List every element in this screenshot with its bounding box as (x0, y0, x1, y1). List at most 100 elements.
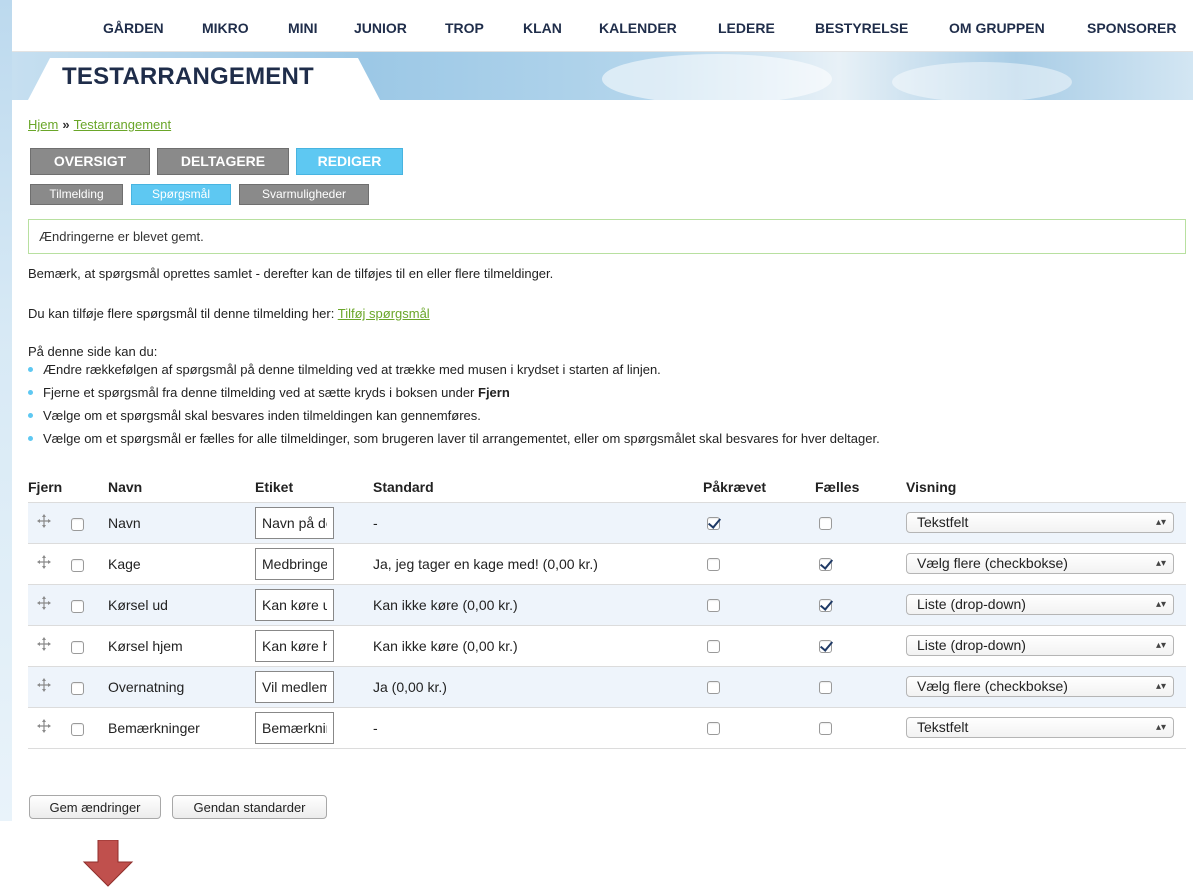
list-item: Fjerne et spørgsmål fra denne tilmelding… (28, 383, 880, 406)
table-row: Overnatning Ja (0,00 kr.) Vælg flere (chec… (28, 665, 1186, 707)
cell-name: Kørsel hjem (108, 624, 255, 666)
list-item-bold: Fjern (478, 385, 510, 400)
shared-checkbox[interactable] (819, 599, 832, 613)
label-input[interactable] (255, 670, 334, 703)
remove-checkbox[interactable] (71, 517, 84, 531)
required-checkbox[interactable] (707, 640, 720, 654)
intro-text-2: Du kan tilføje flere spørgsmål til denne… (28, 306, 430, 321)
nav-mini[interactable]: MINI (288, 20, 318, 36)
sky-background (0, 0, 12, 821)
save-changes-button[interactable]: Gem ændringer (29, 795, 161, 819)
updown-arrows-icon: ▴▾ (1155, 640, 1166, 651)
tab-rediger[interactable]: REDIGER (296, 148, 403, 175)
nav-ledere[interactable]: LEDERE (718, 20, 775, 36)
shared-checkbox[interactable] (819, 722, 832, 736)
display-select-value: Liste (drop-down) (917, 637, 1026, 653)
required-checkbox[interactable] (707, 558, 720, 572)
display-select-value: Liste (drop-down) (917, 596, 1026, 612)
cell-shared (815, 583, 906, 625)
shared-checkbox[interactable] (819, 517, 832, 531)
cell-display: Tekstfelt ▴▾ (906, 706, 1186, 749)
required-checkbox[interactable] (707, 722, 720, 736)
breadcrumb-current-link[interactable]: Testarrangement (74, 117, 172, 132)
list-item: Vælge om et spørgsmål skal besvares inde… (28, 406, 880, 429)
cell-required (703, 501, 815, 543)
remove-checkbox[interactable] (71, 599, 84, 613)
nav-mikro[interactable]: MIKRO (202, 20, 249, 36)
remove-checkbox[interactable] (71, 558, 84, 572)
label-input[interactable] (255, 629, 334, 662)
cell-name: Navn (108, 501, 255, 543)
down-arrow-icon (82, 840, 134, 887)
display-select[interactable]: Tekstfelt ▴▾ (906, 717, 1174, 738)
shared-checkbox[interactable] (819, 681, 832, 695)
cell-display: Liste (drop-down) ▴▾ (906, 624, 1186, 666)
move-cross-icon[interactable] (37, 719, 51, 733)
label-input[interactable] (255, 588, 334, 621)
display-select[interactable]: Liste (drop-down) ▴▾ (906, 635, 1174, 656)
display-select[interactable]: Tekstfelt ▴▾ (906, 512, 1174, 533)
cell-display: Liste (drop-down) ▴▾ (906, 583, 1186, 625)
move-cross-icon[interactable] (37, 514, 51, 528)
cell-default: Kan ikke køre (0,00 kr.) (373, 624, 703, 666)
display-select-value: Vælg flere (checkbokse) (917, 555, 1068, 571)
cell-default: - (373, 706, 703, 749)
cell-remove (28, 706, 108, 749)
required-checkbox[interactable] (707, 599, 720, 613)
nav-klan[interactable]: KLAN (523, 20, 562, 36)
questions-table: Fjern Navn Etiket Standard Påkrævet Fæll… (28, 472, 1186, 749)
updown-arrows-icon: ▴▾ (1155, 681, 1166, 692)
cell-shared (815, 706, 906, 749)
cell-display: Vælg flere (checkbokse) ▴▾ (906, 665, 1186, 707)
header-required: Påkrævet (703, 478, 767, 495)
tab-deltagere[interactable]: DELTAGERE (157, 148, 289, 175)
display-select[interactable]: Liste (drop-down) ▴▾ (906, 594, 1174, 615)
nav-bestyrelse[interactable]: BESTYRELSE (815, 20, 908, 36)
display-select[interactable]: Vælg flere (checkbokse) ▴▾ (906, 676, 1174, 697)
label-input[interactable] (255, 506, 334, 539)
header-shared: Fælles (815, 478, 860, 495)
tab-tilmelding[interactable]: Tilmelding (30, 184, 123, 205)
breadcrumb: Hjem » Testarrangement (28, 117, 171, 132)
nav-junior[interactable]: JUNIOR (354, 20, 407, 36)
status-message: Ændringerne er blevet gemt. (28, 219, 1186, 254)
main-content: Hjem» Testarrangement OVERSIGT DELTAGERE … (12, 100, 1193, 887)
cell-required (703, 665, 815, 707)
list-item: Ændre rækkefølgen af spørgsmål på denne … (28, 360, 880, 383)
display-select-value: Tekstfelt (917, 514, 969, 530)
header-display: Visning (906, 478, 957, 495)
add-question-link[interactable]: Tilføj spørgsmål (338, 306, 430, 321)
remove-checkbox[interactable] (71, 722, 84, 736)
required-checkbox[interactable] (707, 681, 720, 695)
nav-om-gruppen[interactable]: OM GRUPPEN (949, 20, 1045, 36)
required-checkbox[interactable] (707, 517, 720, 531)
tab-svarmuligheder[interactable]: Svarmuligheder (239, 184, 369, 205)
label-input[interactable] (255, 547, 334, 580)
list-item: Vælge om et spørgsmål er fælles for alle… (28, 429, 880, 452)
move-cross-icon[interactable] (37, 555, 51, 569)
breadcrumb-home-link[interactable]: Hjem (28, 117, 58, 132)
nav-trop[interactable]: TROP (445, 20, 484, 36)
label-input[interactable] (255, 711, 334, 744)
move-cross-icon[interactable] (37, 678, 51, 692)
nav-sponsorer[interactable]: SPONSORER (1087, 20, 1176, 36)
shared-checkbox[interactable] (819, 558, 832, 572)
table-row: Navn - Tekstfelt ▴▾ (28, 501, 1186, 543)
tab-oversigt[interactable]: OVERSIGT (30, 148, 150, 175)
nav-garden[interactable]: GÅRDEN (103, 20, 164, 36)
remove-checkbox[interactable] (71, 640, 84, 654)
header-remove: Fjern (28, 478, 63, 495)
cell-required (703, 706, 815, 749)
instructions-list: Ændre rækkefølgen af spørgsmål på denne … (28, 360, 880, 452)
shared-checkbox[interactable] (819, 640, 832, 654)
reset-defaults-button[interactable]: Gendan standarder (172, 795, 327, 819)
remove-checkbox[interactable] (71, 681, 84, 695)
move-cross-icon[interactable] (37, 637, 51, 651)
move-cross-icon[interactable] (37, 596, 51, 610)
nav-kalender[interactable]: KALENDER (599, 20, 677, 36)
display-select[interactable]: Vælg flere (checkbokse) ▴▾ (906, 553, 1174, 574)
tab-spoergsmaal[interactable]: Spørgsmål (131, 184, 231, 205)
cell-remove (28, 665, 108, 707)
display-select-value: Vælg flere (checkbokse) (917, 678, 1068, 694)
bullet-icon (28, 436, 33, 441)
